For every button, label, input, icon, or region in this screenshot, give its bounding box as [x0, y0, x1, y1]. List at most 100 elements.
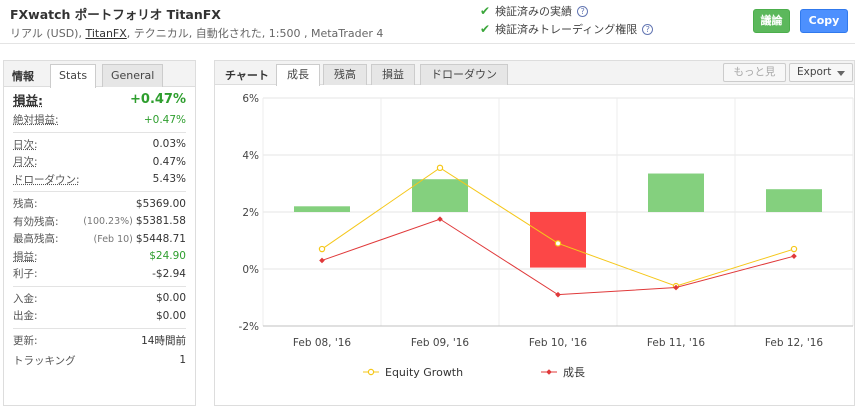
highest-note: (Feb 10)	[93, 233, 133, 245]
abs-gain-label[interactable]: 絶対損益:	[13, 112, 59, 127]
series-point	[555, 291, 561, 298]
chevron-down-icon	[837, 71, 845, 76]
growth-bar	[294, 206, 350, 212]
withdrawals-label: 出金:	[13, 310, 38, 323]
verified-track-record: ✔ 検証済みの実績 ?	[480, 3, 589, 19]
copy-button[interactable]: Copy	[800, 9, 848, 33]
drawdown-row: ドローダウン: 5.43%	[13, 171, 186, 189]
monthly-row: 月次: 0.47%	[13, 153, 186, 171]
growth-bar	[530, 212, 586, 268]
deposits-label: 入金:	[13, 292, 38, 305]
chart-tabbar: チャート 成長 残高 損益 ドローダウン もっと見 Export	[215, 61, 854, 86]
tab-drawdown[interactable]: ドローダウン	[420, 64, 508, 85]
abs-gain-row: 絶対損益: +0.47%	[13, 111, 186, 129]
verified-trading-privileges-label: 検証済みトレーディング権限	[495, 23, 638, 36]
withdrawals-row: 出金: $0.00	[13, 307, 186, 325]
tab-balance[interactable]: 残高	[323, 64, 367, 85]
daily-row: 日次: 0.03%	[13, 136, 186, 154]
page-header: FXwatch ポートフォリオ TitanFX リアル (USD), Titan…	[0, 0, 855, 44]
series-point	[790, 245, 798, 253]
gain-label[interactable]: 損益:	[13, 90, 43, 109]
info-panel: 情報 Stats General 損益: +0.47% 絶対損益: +0.47%…	[3, 60, 196, 406]
gain-row: 損益: +0.47%	[13, 87, 186, 111]
profit-row: 損益: $24.90	[13, 248, 186, 266]
x-tick-label: Feb 09, '16	[411, 337, 470, 349]
series-point	[436, 164, 444, 172]
balance-row: 残高: $5369.00	[13, 195, 186, 213]
updated-row: 更新: 14時間前	[13, 332, 186, 350]
verified-track-record-label: 検証済みの実績	[495, 5, 573, 18]
subtitle-prefix: リアル (USD),	[10, 27, 86, 40]
growth-chart: 6% 4% 2% 0% -2% Feb 08, '16 Feb 09, '16 Feb 10,…	[239, 93, 854, 379]
gain-value: +0.47%	[130, 91, 186, 107]
series-point	[791, 253, 797, 259]
tab-growth[interactable]: 成長	[276, 64, 320, 86]
y-tick-label: -2%	[239, 321, 259, 333]
withdrawals-value: $0.00	[155, 309, 186, 322]
chart-panel: チャート 成長 残高 損益 ドローダウン もっと見 Export 6% 4% 2% 0…	[214, 60, 855, 406]
page-title: FXwatch ポートフォリオ TitanFX	[10, 7, 221, 22]
updated-label: 更新:	[13, 334, 38, 347]
y-tick-label: 6%	[242, 93, 259, 105]
series-point	[319, 257, 325, 264]
x-tick-label: Feb 11, '16	[647, 337, 706, 349]
growth-bar	[648, 173, 704, 212]
interest-row: 利子: -$2.94	[13, 265, 186, 283]
divider	[13, 131, 186, 133]
legend-marker	[546, 369, 552, 375]
account-subtitle: リアル (USD), TitanFX, テクニカル, 自動化された, 1:500…	[10, 25, 383, 41]
highest-label: 最高残高:	[13, 233, 59, 246]
monthly-label[interactable]: 月次:	[13, 154, 38, 169]
highest-row: 最高残高: (Feb 10) $5448.71	[13, 230, 186, 248]
export-label: Export	[797, 66, 832, 78]
divider	[13, 327, 186, 329]
subtitle-suffix: , テクニカル, 自動化された, 1:500 , MetaTrader 4	[126, 27, 384, 40]
balance-value: $5369.00	[135, 197, 186, 210]
discuss-button[interactable]: 議論	[753, 9, 790, 33]
stats-list: 損益: +0.47% 絶対損益: +0.47% 日次: 0.03% 月次: 0.…	[4, 87, 195, 371]
tracking-value: 1	[179, 354, 186, 366]
growth-bar	[412, 179, 468, 212]
legend-label: Equity Growth	[385, 366, 463, 379]
tracking-label: トラッキング	[13, 354, 76, 367]
y-tick-label: 4%	[242, 150, 259, 162]
help-icon[interactable]: ?	[577, 5, 589, 17]
equity-value: $5381.58	[135, 215, 186, 228]
drawdown-value: 5.43%	[152, 173, 186, 186]
info-tab-label: 情報	[12, 70, 34, 83]
broker-link[interactable]: TitanFX	[85, 27, 126, 40]
interest-value: -$2.94	[152, 267, 186, 280]
chart-tab-label: チャート	[225, 69, 269, 82]
tab-profit[interactable]: 損益	[371, 64, 415, 85]
monthly-value: 0.47%	[152, 155, 186, 168]
growth-bar	[766, 189, 822, 212]
highest-value: $5448.71	[135, 232, 186, 245]
balance-label: 残高:	[13, 198, 38, 211]
more-button[interactable]: もっと見	[723, 63, 786, 82]
series-point	[554, 240, 562, 247]
daily-label[interactable]: 日次:	[13, 137, 38, 152]
y-tick-label: 0%	[242, 264, 259, 276]
updated-value: 14時間前	[141, 334, 186, 347]
tracking-row: トラッキング 1	[13, 349, 186, 371]
profit-value: $24.90	[149, 250, 186, 263]
tab-general[interactable]: General	[102, 64, 164, 87]
legend-marker	[367, 368, 375, 376]
divider	[13, 285, 186, 287]
equity-row: 有効残高: (100.23%) $5381.58	[13, 213, 186, 231]
tab-stats[interactable]: Stats	[50, 64, 97, 88]
deposits-row: 入金: $0.00	[13, 290, 186, 308]
export-dropdown[interactable]: Export	[789, 63, 853, 82]
daily-value: 0.03%	[152, 138, 186, 151]
help-icon[interactable]: ?	[642, 23, 654, 35]
drawdown-label[interactable]: ドローダウン:	[13, 172, 80, 187]
legend-label: 成長	[563, 366, 585, 379]
x-tick-label: Feb 08, '16	[293, 337, 352, 349]
profit-label[interactable]: 損益:	[13, 249, 38, 264]
series-point	[318, 245, 326, 253]
series-point	[437, 216, 443, 222]
x-tick-label: Feb 12, '16	[765, 337, 824, 349]
verified-trading-privileges: ✔ 検証済みトレーディング権限 ?	[480, 21, 654, 37]
divider	[13, 191, 186, 192]
info-tabbar: 情報 Stats General	[4, 61, 195, 88]
